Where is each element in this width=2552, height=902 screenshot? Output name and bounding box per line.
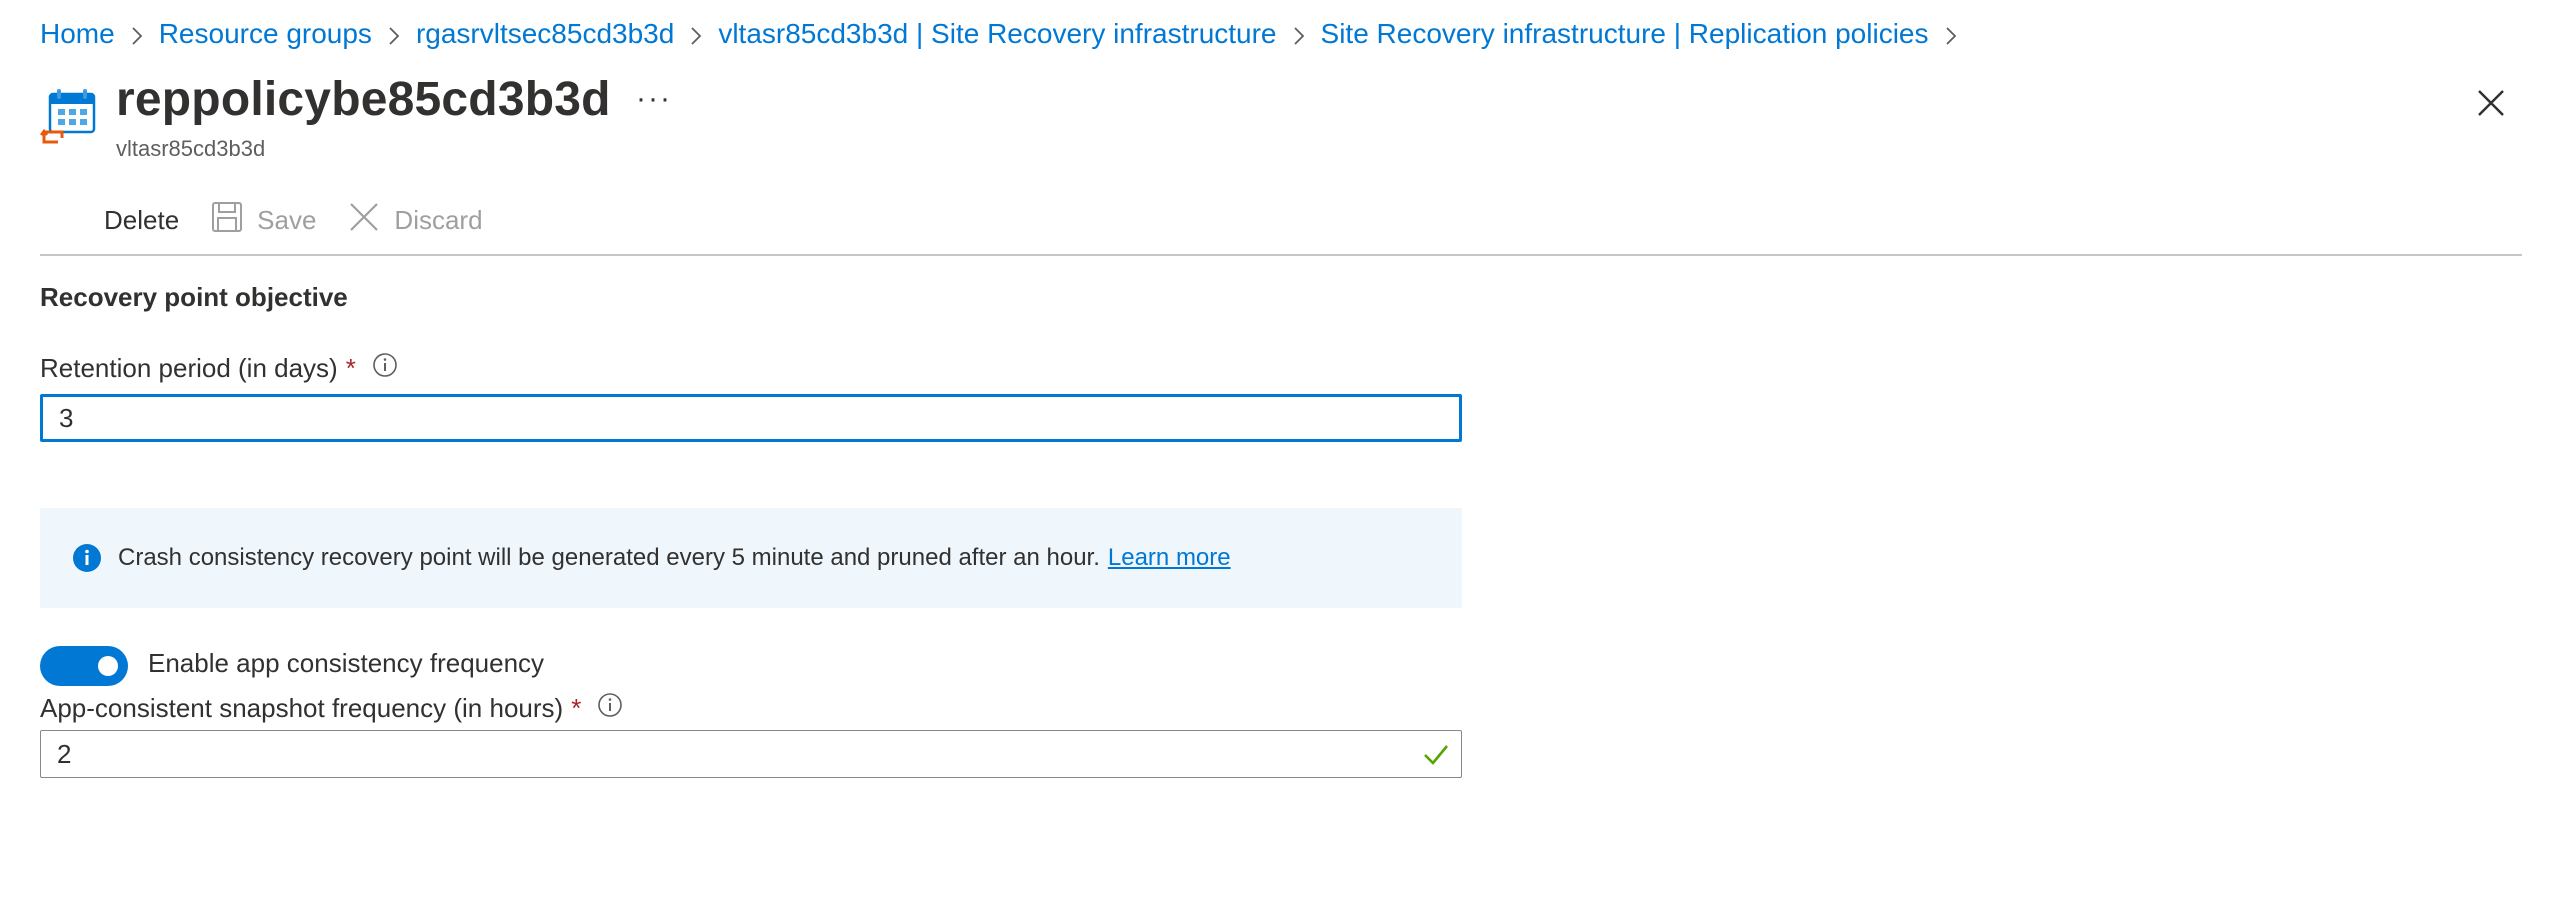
breadcrumb-replication-policies[interactable]: Site Recovery infrastructure | Replicati… [1321, 18, 1929, 50]
close-icon[interactable] [2474, 86, 2508, 120]
chevron-right-icon [1929, 18, 1973, 50]
checkmark-icon [1422, 740, 1450, 773]
calendar-sync-icon [40, 88, 100, 148]
chevron-right-icon [115, 18, 159, 50]
snapshot-frequency-field [40, 730, 1462, 778]
chevron-right-icon [1277, 18, 1321, 50]
info-icon[interactable] [372, 352, 398, 385]
snapshot-frequency-input[interactable] [40, 730, 1462, 778]
retention-period-input[interactable] [40, 394, 1462, 442]
chevron-right-icon [372, 18, 416, 50]
breadcrumb-site-recovery-infrastructure[interactable]: vltasr85cd3b3d | Site Recovery infrastru… [718, 18, 1276, 50]
snapshot-frequency-label: App-consistent snapshot frequency (in ho… [40, 693, 564, 723]
save-button[interactable]: Save [211, 201, 316, 240]
save-label: Save [257, 204, 317, 235]
command-bar: Delete Save Discard [104, 198, 515, 242]
toolbar-divider [40, 254, 2522, 256]
discard-label: Discard [394, 204, 483, 235]
delete-button[interactable]: Delete [104, 205, 179, 236]
info-icon[interactable] [597, 692, 623, 725]
discard-icon [348, 201, 394, 240]
save-icon [211, 201, 257, 240]
app-consistency-toggle-label: Enable app consistency frequency [148, 648, 545, 678]
more-options-button[interactable]: ··· [636, 82, 672, 116]
section-title: Recovery point objective [40, 282, 348, 312]
required-indicator: * [571, 693, 582, 723]
breadcrumb-resource-groups[interactable]: Resource groups [159, 18, 372, 50]
delete-label: Delete [104, 204, 180, 235]
app-consistency-toggle[interactable] [40, 646, 128, 686]
retention-label-row: Retention period (in days) * [40, 352, 398, 385]
learn-more-link[interactable]: Learn more [1108, 544, 1231, 572]
snapshot-frequency-label-row: App-consistent snapshot frequency (in ho… [40, 692, 623, 725]
info-message-text: Crash consistency recovery point will be… [118, 544, 1100, 571]
required-indicator: * [345, 353, 356, 383]
retention-label: Retention period (in days) [40, 353, 338, 383]
info-filled-icon [72, 543, 102, 573]
discard-button[interactable]: Discard [348, 201, 483, 240]
toggle-knob [98, 656, 118, 676]
breadcrumb-resource-group[interactable]: rgasrvltsec85cd3b3d [416, 18, 674, 50]
info-message-bar: Crash consistency recovery point will be… [40, 508, 1462, 608]
breadcrumb: Home Resource groups rgasrvltsec85cd3b3d… [40, 14, 1973, 54]
breadcrumb-home[interactable]: Home [40, 18, 115, 50]
page-subtitle: vltasr85cd3b3d [116, 136, 266, 161]
chevron-right-icon [674, 18, 718, 50]
page-title: reppolicybe85cd3b3d [116, 73, 611, 126]
